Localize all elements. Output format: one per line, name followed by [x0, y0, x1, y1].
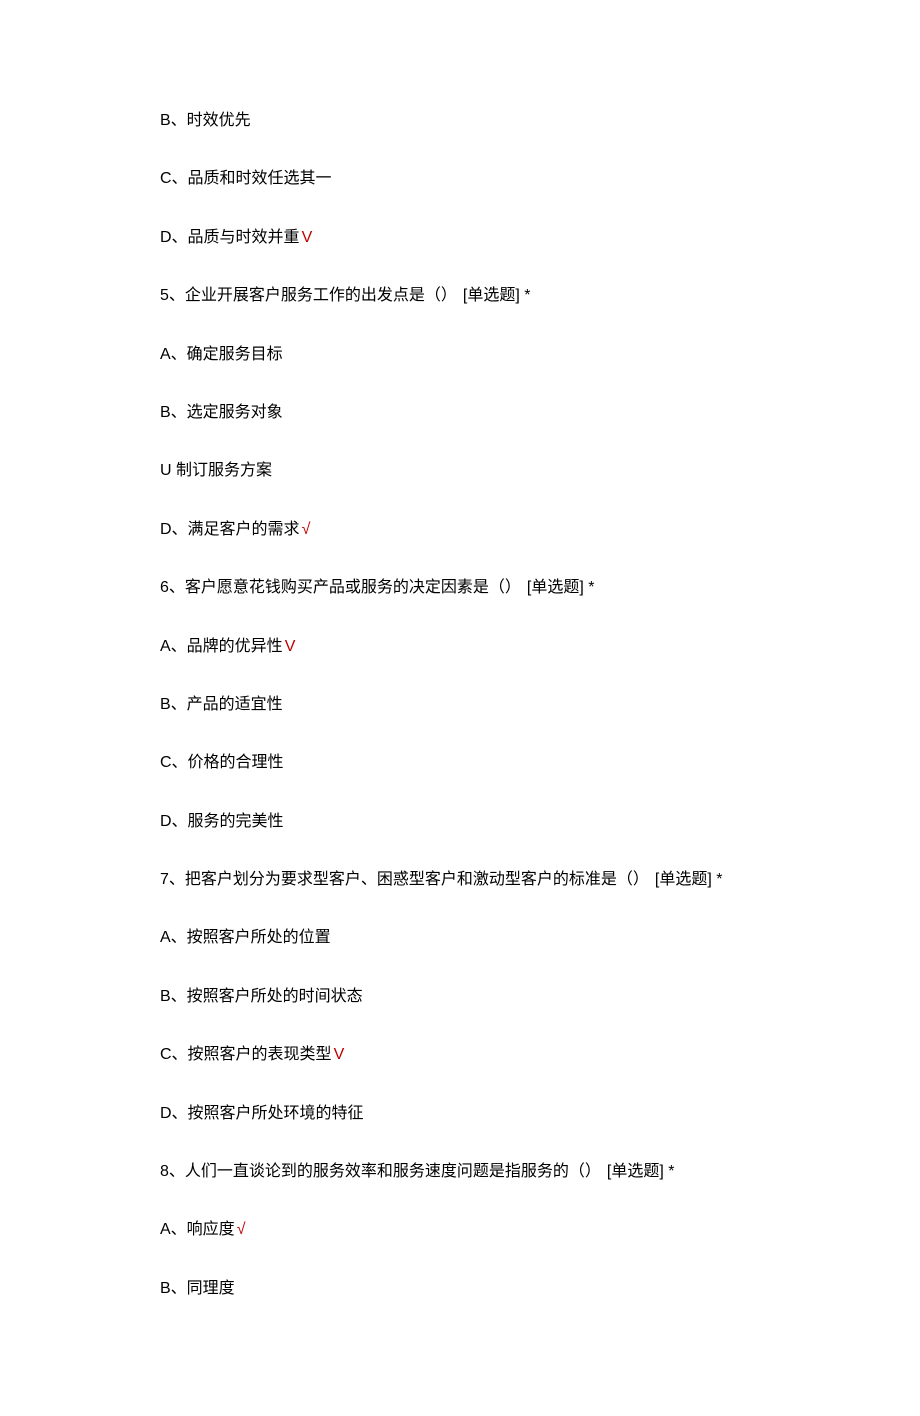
question-tag: [单选题] * — [607, 1163, 675, 1180]
option-text: A、确定服务目标 — [160, 346, 283, 363]
q5-option-a: A、确定服务目标 — [160, 344, 800, 366]
option-text: B、时效优先 — [160, 112, 251, 129]
correct-mark: √ — [237, 1221, 246, 1238]
q6-option-a: A、品牌的优异性V — [160, 636, 800, 658]
q4-option-b: B、时效优先 — [160, 110, 800, 132]
q5-option-b: B、选定服务对象 — [160, 402, 800, 424]
q7-option-b: B、按照客户所处的时间状态 — [160, 986, 800, 1008]
document-page: B、时效优先 C、品质和时效任选其一 D、品质与时效并重V 5、企业开展客户服务… — [0, 0, 800, 1416]
option-text: D、品质与时效并重 — [160, 229, 300, 246]
q6-stem: 6、客户愿意花钱购买产品或服务的决定因素是（） [单选题] * — [160, 577, 800, 599]
correct-mark: √ — [302, 521, 311, 538]
option-text: D、按照客户所处环境的特征 — [160, 1105, 364, 1122]
q7-option-d: D、按照客户所处环境的特征 — [160, 1103, 800, 1125]
q7-option-c: C、按照客户的表现类型V — [160, 1044, 800, 1066]
q8-stem: 8、人们一直谈论到的服务效率和服务速度问题是指服务的（） [单选题] * — [160, 1161, 800, 1183]
option-text: B、选定服务对象 — [160, 404, 283, 421]
option-text: C、品质和时效任选其一 — [160, 170, 332, 187]
option-text: A、响应度 — [160, 1221, 235, 1238]
option-text: D、满足客户的需求 — [160, 521, 300, 538]
question-tag: [单选题] * — [655, 871, 723, 888]
option-text: B、产品的适宜性 — [160, 696, 283, 713]
q8-option-b: B、同理度 — [160, 1278, 800, 1300]
option-text: A、按照客户所处的位置 — [160, 929, 331, 946]
q6-option-c: C、价格的合理性 — [160, 752, 800, 774]
question-text: 5、企业开展客户服务工作的出发点是（） — [160, 287, 457, 304]
q5-option-c: U 制订服务方案 — [160, 460, 800, 482]
question-tag: [单选题] * — [463, 287, 531, 304]
correct-mark: V — [334, 1046, 345, 1063]
question-text: 7、把客户划分为要求型客户、困惑型客户和激动型客户的标准是（） — [160, 871, 649, 888]
q8-option-a: A、响应度√ — [160, 1219, 800, 1241]
q7-stem: 7、把客户划分为要求型客户、困惑型客户和激动型客户的标准是（） [单选题] * — [160, 869, 800, 891]
q4-option-d: D、品质与时效并重V — [160, 227, 800, 249]
question-text: 6、客户愿意花钱购买产品或服务的决定因素是（） — [160, 579, 521, 596]
option-text: C、按照客户的表现类型 — [160, 1046, 332, 1063]
question-tag: [单选题] * — [527, 579, 595, 596]
correct-mark: V — [302, 229, 313, 246]
option-text: A、品牌的优异性 — [160, 638, 283, 655]
q5-stem: 5、企业开展客户服务工作的出发点是（） [单选题] * — [160, 285, 800, 307]
q6-option-b: B、产品的适宜性 — [160, 694, 800, 716]
question-text: 8、人们一直谈论到的服务效率和服务速度问题是指服务的（） — [160, 1163, 601, 1180]
q7-option-a: A、按照客户所处的位置 — [160, 927, 800, 949]
q4-option-c: C、品质和时效任选其一 — [160, 168, 800, 190]
q6-option-d: D、服务的完美性 — [160, 811, 800, 833]
option-text: U 制订服务方案 — [160, 462, 272, 479]
option-text: D、服务的完美性 — [160, 813, 284, 830]
option-text: B、同理度 — [160, 1280, 235, 1297]
option-text: C、价格的合理性 — [160, 754, 284, 771]
option-text: B、按照客户所处的时间状态 — [160, 988, 363, 1005]
correct-mark: V — [285, 638, 296, 655]
q5-option-d: D、满足客户的需求√ — [160, 519, 800, 541]
